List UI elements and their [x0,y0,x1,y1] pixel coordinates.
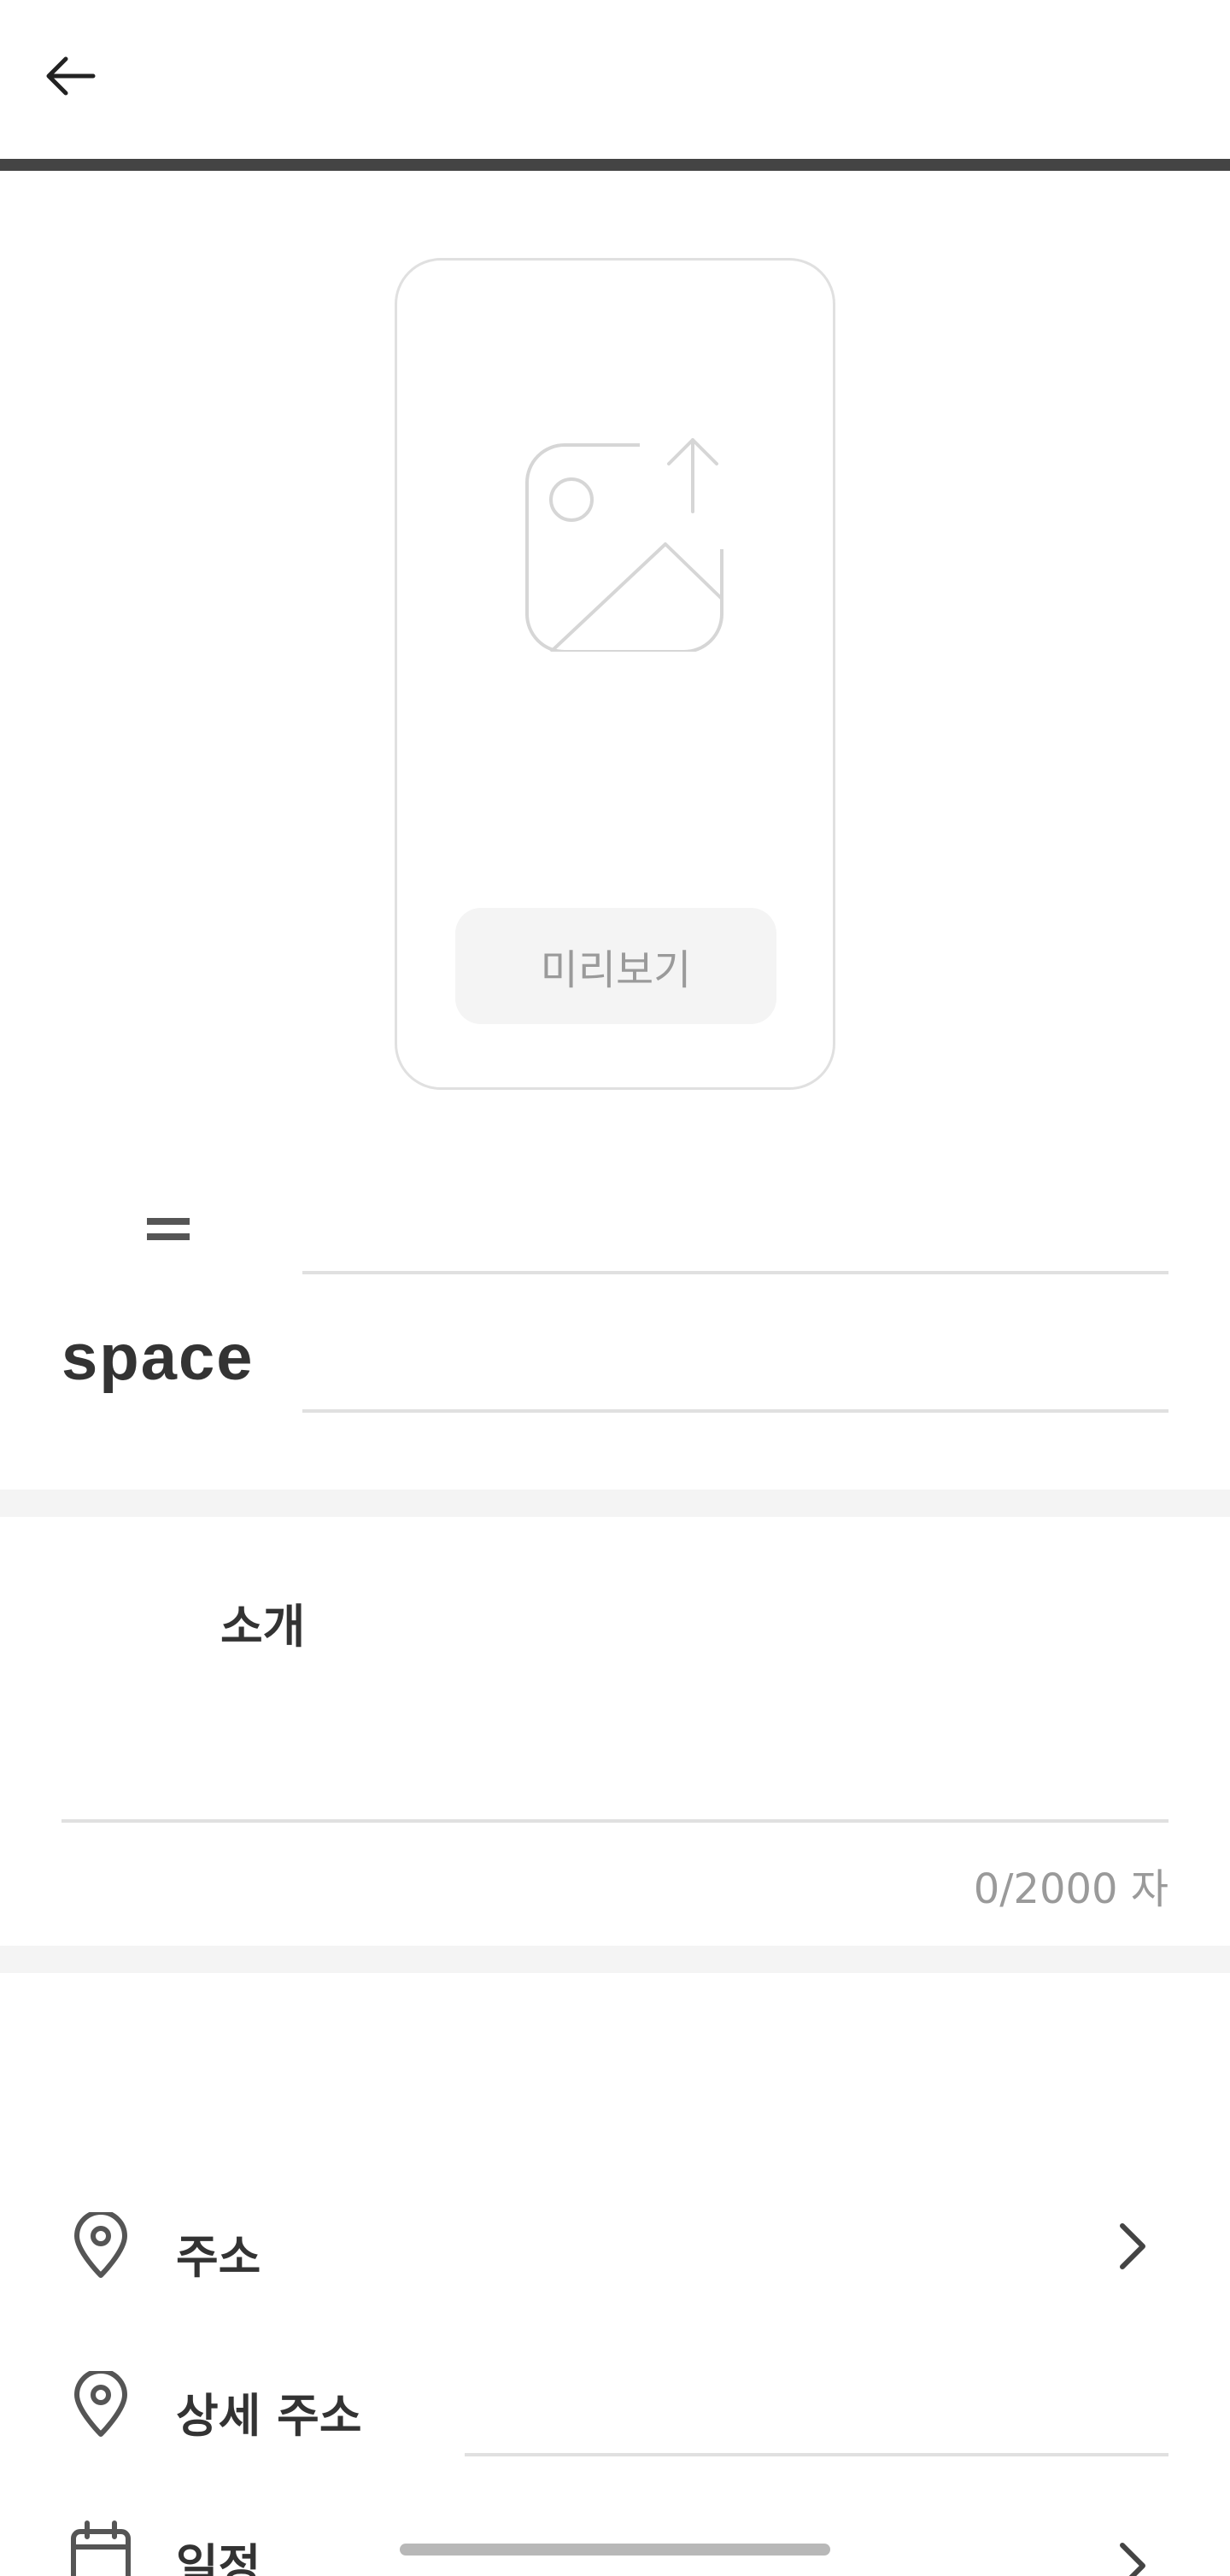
location-pin-icon [74,2212,127,2278]
header-divider [0,159,1230,171]
intro-input[interactable] [62,1717,1172,1812]
preview-button[interactable]: 미리보기 [455,908,776,1024]
intro-input-underline [62,1819,1168,1823]
detail-address-label: 상세 주소 [176,2389,362,2443]
detail-address-row: 상세 주소 [0,2364,1230,2450]
chevron-right-icon[interactable] [1107,2532,1158,2576]
image-upload-icon [525,438,723,652]
address-row[interactable]: 주소 [0,2204,1230,2289]
chevron-right-icon[interactable] [1107,2212,1158,2280]
image-upload-card[interactable]: 미리보기 [395,258,835,1090]
calendar-icon [71,2520,131,2576]
home-indicator [400,2544,830,2556]
location-pin-icon [74,2371,127,2437]
schedule-label: 일정 [176,2539,261,2576]
back-button[interactable] [27,38,113,114]
top-app-bar [0,0,1230,159]
address-label: 주소 [176,2230,261,2284]
arrow-left-icon [46,56,96,96]
intro-label: 소개 [220,1600,306,1654]
space-input-underline[interactable] [302,1409,1168,1413]
section-divider [0,1946,1230,1973]
space-logo: space [62,1321,255,1394]
detail-address-input[interactable] [465,2453,1168,2456]
char-count: 0/2000 자 [973,1865,1168,1913]
section-divider [0,1490,1230,1517]
equals-icon [147,1218,190,1240]
name-input-underline[interactable] [302,1271,1168,1274]
